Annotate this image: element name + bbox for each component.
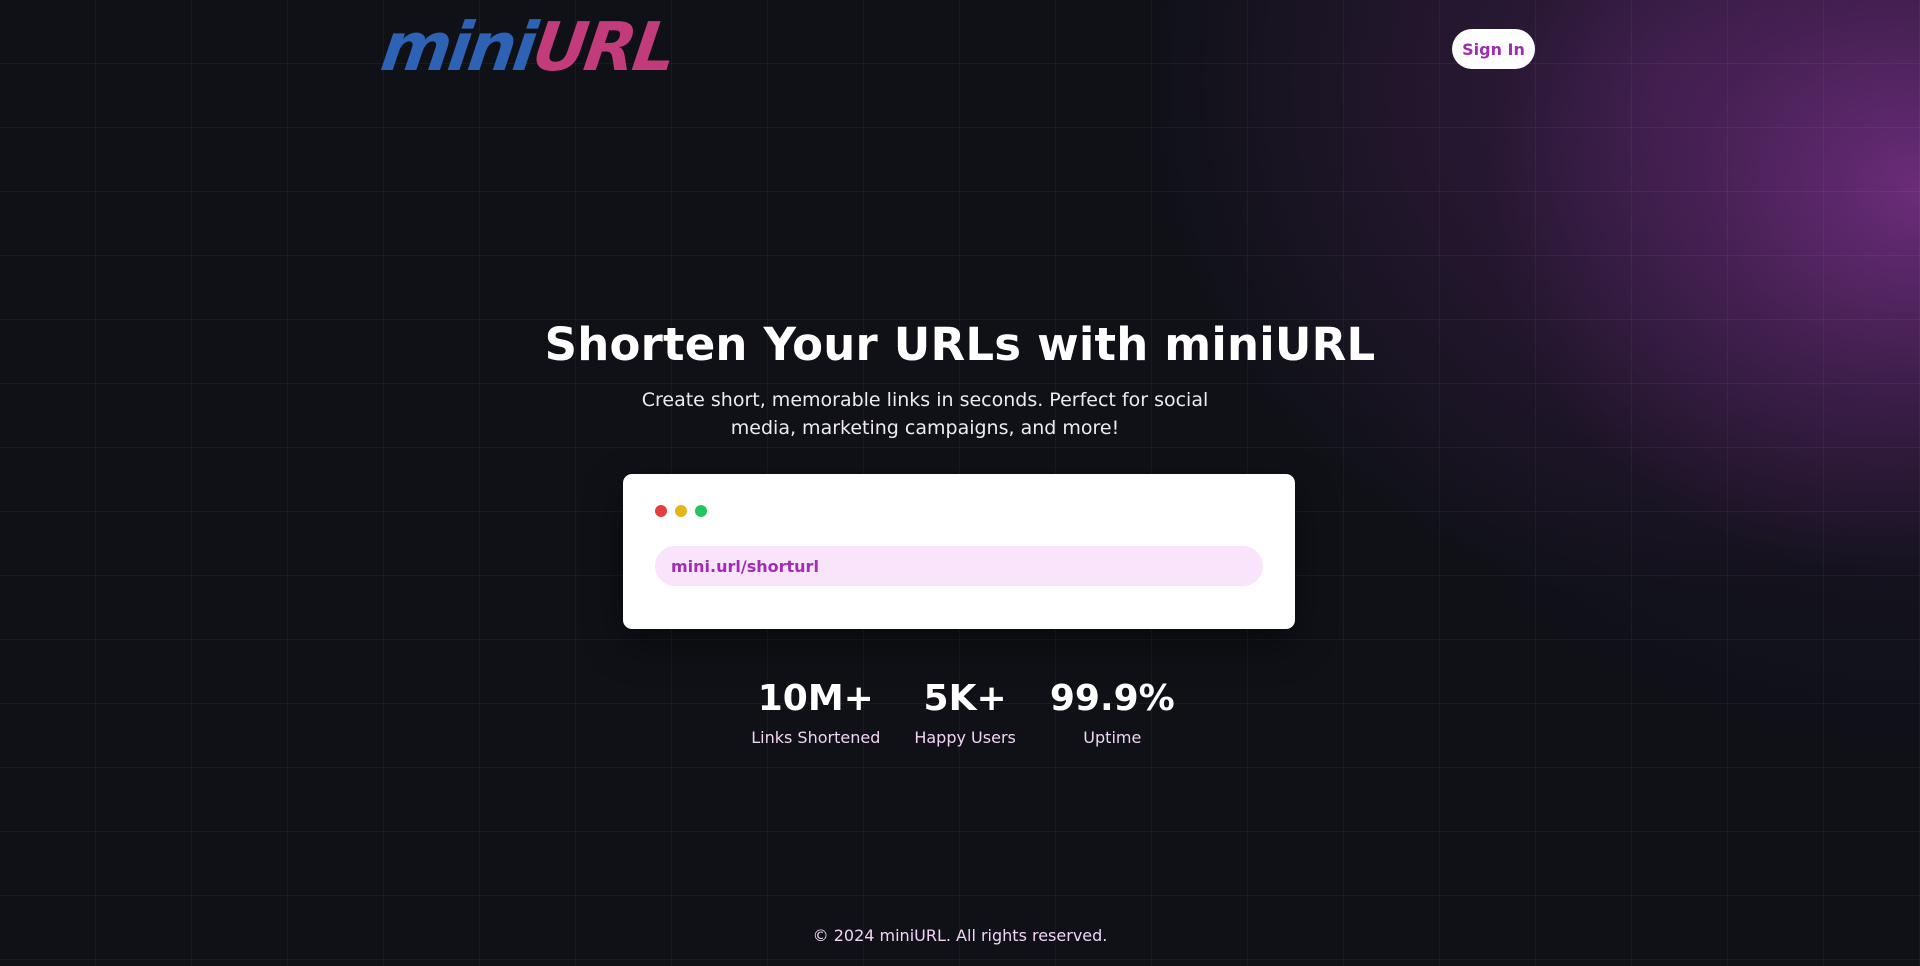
window-controls (655, 505, 707, 517)
sign-in-button[interactable]: Sign In (1452, 29, 1535, 69)
hero-title: Shorten Your URLs with miniURL (544, 318, 1376, 371)
stat-links-shortened: 10M+ Links Shortened (751, 676, 880, 747)
minimize-dot-icon (675, 505, 687, 517)
logo[interactable]: miniURL (377, 8, 679, 86)
logo-mini-text: mini (376, 8, 540, 86)
logo-url-text: URL (528, 8, 679, 86)
stat-value: 10M+ (757, 678, 874, 719)
stat-happy-users: 5K+ Happy Users (914, 676, 1016, 747)
stat-value: 5K+ (923, 678, 1007, 719)
stat-label: Links Shortened (751, 728, 881, 747)
landing-page: miniURL Sign In Shorten Your URLs with m… (0, 0, 1920, 966)
browser-preview-card: mini.url/shorturl (623, 474, 1295, 629)
stat-value: 99.9% (1049, 678, 1175, 719)
stat-label: Uptime (1083, 728, 1142, 747)
short-url-bar[interactable]: mini.url/shorturl (655, 546, 1263, 586)
hero-subtitle: Create short, memorable links in seconds… (641, 389, 1209, 439)
stats-row: 10M+ Links Shortened 5K+ Happy Users 99.… (0, 676, 1920, 747)
footer-copyright: © 2024 miniURL. All rights reserved. (812, 926, 1108, 945)
stat-label: Happy Users (914, 728, 1016, 747)
short-url-text: mini.url/shorturl (671, 556, 819, 576)
close-dot-icon (655, 505, 667, 517)
maximize-dot-icon (695, 505, 707, 517)
stat-uptime: 99.9% Uptime (1050, 676, 1175, 747)
